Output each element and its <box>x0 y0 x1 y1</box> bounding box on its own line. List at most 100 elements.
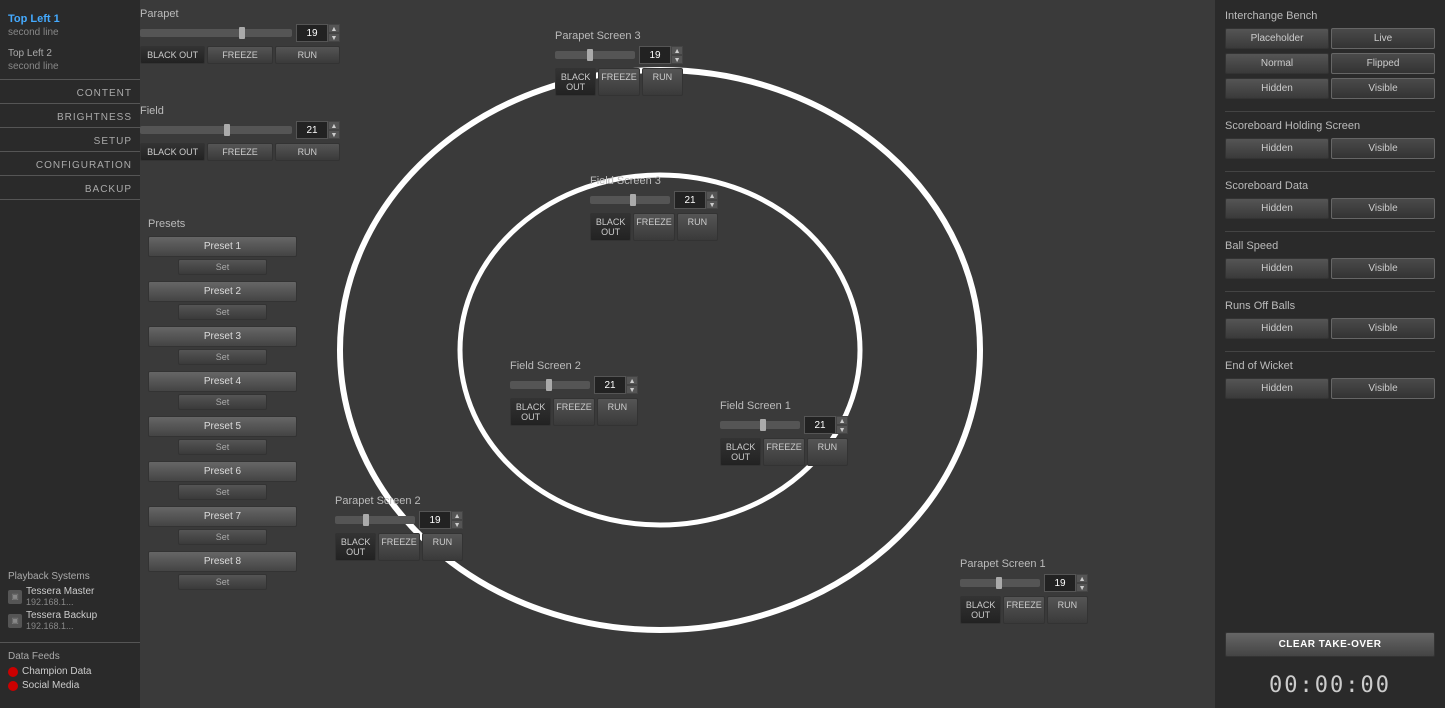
field-screen2-thumb[interactable] <box>546 379 552 391</box>
parapet-screen2-spin-up[interactable]: ▲ <box>451 511 463 520</box>
parapet-screen3-thumb[interactable] <box>587 49 593 61</box>
ball-speed-section: Ball Speed Hidden Visible <box>1225 231 1435 283</box>
interchange-hidden-btn[interactable]: Hidden <box>1225 78 1329 99</box>
field-screen3-spin-up[interactable]: ▲ <box>706 191 718 200</box>
parapet-screen1-spin-up[interactable]: ▲ <box>1076 574 1088 583</box>
runs-off-balls-toggle-row: Hidden Visible <box>1225 318 1435 339</box>
field-screen3-title: Field Screen 3 <box>590 175 718 187</box>
field-screen2-spin-up[interactable]: ▲ <box>626 376 638 385</box>
parapet-screen3-btn-row: BLACK OUT FREEZE RUN <box>555 68 683 96</box>
data-feeds-label: Data Feeds <box>8 651 132 662</box>
scoreboard-holding-title: Scoreboard Holding Screen <box>1225 120 1435 132</box>
parapet-screen1-run[interactable]: RUN <box>1047 596 1088 624</box>
parapet-screen3-freeze[interactable]: FREEZE <box>598 68 640 96</box>
scoreboard-holding-hidden-btn[interactable]: Hidden <box>1225 138 1329 159</box>
backup-label[interactable]: BACKUP <box>0 178 140 197</box>
field-screen2-freeze[interactable]: FREEZE <box>553 398 595 426</box>
ball-speed-visible-btn[interactable]: Visible <box>1331 258 1435 279</box>
parapet-screen3-value[interactable]: 19 <box>639 46 671 64</box>
parapet-screen2-spin-down[interactable]: ▼ <box>451 520 463 529</box>
field-screen2-black-out[interactable]: BLACK OUT <box>510 398 551 426</box>
field-screen1-slider-row: 21 ▲ ▼ <box>720 416 848 434</box>
content-label[interactable]: CONTENT <box>0 82 140 101</box>
field-screen1-spin-up[interactable]: ▲ <box>836 416 848 425</box>
parapet-screen3-title: Parapet Screen 3 <box>555 30 683 42</box>
parapet-screen3-black-out[interactable]: BLACK OUT <box>555 68 596 96</box>
end-of-wicket-title: End of Wicket <box>1225 360 1435 372</box>
clear-takeover-btn[interactable]: CLEAR TAKE-OVER <box>1225 632 1435 657</box>
parapet-screen2-spinner[interactable]: ▲ ▼ <box>451 511 463 529</box>
parapet-screen1-spinner[interactable]: ▲ ▼ <box>1076 574 1088 592</box>
field-screen3-freeze[interactable]: FREEZE <box>633 213 675 241</box>
field-screen3-value-spin: 21 ▲ ▼ <box>674 191 718 209</box>
runs-off-balls-visible-btn[interactable]: Visible <box>1331 318 1435 339</box>
scoreboard-data-hidden-btn[interactable]: Hidden <box>1225 198 1329 219</box>
parapet-screen2-run[interactable]: RUN <box>422 533 463 561</box>
field-screen1-value[interactable]: 21 <box>804 416 836 434</box>
runs-off-balls-hidden-btn[interactable]: Hidden <box>1225 318 1329 339</box>
field-screen1-track[interactable] <box>720 421 800 429</box>
field-screen3-value[interactable]: 21 <box>674 191 706 209</box>
end-of-wicket-hidden-btn[interactable]: Hidden <box>1225 378 1329 399</box>
scoreboard-holding-visible-btn[interactable]: Visible <box>1331 138 1435 159</box>
interchange-visible-btn[interactable]: Visible <box>1331 78 1435 99</box>
field-screen1-thumb[interactable] <box>760 419 766 431</box>
parapet-screen1-black-out[interactable]: BLACK OUT <box>960 596 1001 624</box>
interchange-bench-section: Interchange Bench Placeholder Live Norma… <box>1225 10 1435 103</box>
end-of-wicket-toggle-row: Hidden Visible <box>1225 378 1435 399</box>
configuration-label[interactable]: CONFIGURATION <box>0 154 140 173</box>
parapet-screen3-run[interactable]: RUN <box>642 68 683 96</box>
field-screen2-spin-down[interactable]: ▼ <box>626 385 638 394</box>
sidebar: Top Left 1 second line Top Left 2 second… <box>0 0 140 708</box>
field-screen1-freeze[interactable]: FREEZE <box>763 438 805 466</box>
interchange-placeholder-live-row: Placeholder Live <box>1225 28 1435 49</box>
field-screen2-value[interactable]: 21 <box>594 376 626 394</box>
field-screen2-track[interactable] <box>510 381 590 389</box>
feed-name-champion: Champion Data <box>22 666 91 677</box>
field-screen3-thumb[interactable] <box>630 194 636 206</box>
interchange-normal-flipped-row: Normal Flipped <box>1225 53 1435 74</box>
field-screen2-spinner[interactable]: ▲ ▼ <box>626 376 638 394</box>
field-screen3-spin-down[interactable]: ▼ <box>706 200 718 209</box>
field-screen1-run[interactable]: RUN <box>807 438 848 466</box>
field-screen1-spinner[interactable]: ▲ ▼ <box>836 416 848 434</box>
field-screen1-black-out[interactable]: BLACK OUT <box>720 438 761 466</box>
playback-name-master: Tessera Master <box>26 586 94 597</box>
parapet-screen3-spin-down[interactable]: ▼ <box>671 55 683 64</box>
interchange-placeholder-btn[interactable]: Placeholder <box>1225 28 1329 49</box>
interchange-live-btn[interactable]: Live <box>1331 28 1435 49</box>
ball-speed-hidden-btn[interactable]: Hidden <box>1225 258 1329 279</box>
stadium-svg <box>310 30 1010 670</box>
end-of-wicket-section: End of Wicket Hidden Visible <box>1225 351 1435 403</box>
interchange-flipped-btn[interactable]: Flipped <box>1331 53 1435 74</box>
field-screen3-spinner[interactable]: ▲ ▼ <box>706 191 718 209</box>
parapet-screen2-black-out[interactable]: BLACK OUT <box>335 533 376 561</box>
parapet-screen1-track[interactable] <box>960 579 1040 587</box>
end-of-wicket-visible-btn[interactable]: Visible <box>1331 378 1435 399</box>
parapet-screen3-spin-up[interactable]: ▲ <box>671 46 683 55</box>
field-screen1-value-spin: 21 ▲ ▼ <box>804 416 848 434</box>
parapet-screen1-value[interactable]: 19 <box>1044 574 1076 592</box>
parapet-screen2-thumb[interactable] <box>363 514 369 526</box>
parapet-screen1-thumb[interactable] <box>996 577 1002 589</box>
timer-display: 00:00:00 <box>1225 673 1435 698</box>
setup-label[interactable]: SETUP <box>0 130 140 149</box>
field-screen2-run[interactable]: RUN <box>597 398 638 426</box>
scoreboard-data-visible-btn[interactable]: Visible <box>1331 198 1435 219</box>
field-screen3-black-out[interactable]: BLACK OUT <box>590 213 631 241</box>
field-screen3-track[interactable] <box>590 196 670 204</box>
parapet-screen1-freeze[interactable]: FREEZE <box>1003 596 1045 624</box>
parapet-screen3-spinner[interactable]: ▲ ▼ <box>671 46 683 64</box>
main-area: Parapet 19 ▲ ▼ BLACK OUT FREEZE RUN Fiel… <box>140 0 1445 708</box>
field-screen1-spin-down[interactable]: ▼ <box>836 425 848 434</box>
field-screen3-run[interactable]: RUN <box>677 213 718 241</box>
parapet-screen2-freeze[interactable]: FREEZE <box>378 533 420 561</box>
parapet-screen3-track[interactable] <box>555 51 635 59</box>
parapet-screen2-value[interactable]: 19 <box>419 511 451 529</box>
parapet-screen2-track[interactable] <box>335 516 415 524</box>
parapet-screen1-spin-down[interactable]: ▼ <box>1076 583 1088 592</box>
top-left-1-line1: Top Left 1 <box>8 12 132 26</box>
ball-speed-toggle-row: Hidden Visible <box>1225 258 1435 279</box>
interchange-normal-btn[interactable]: Normal <box>1225 53 1329 74</box>
brightness-label[interactable]: BRIGHTNESS <box>0 106 140 125</box>
